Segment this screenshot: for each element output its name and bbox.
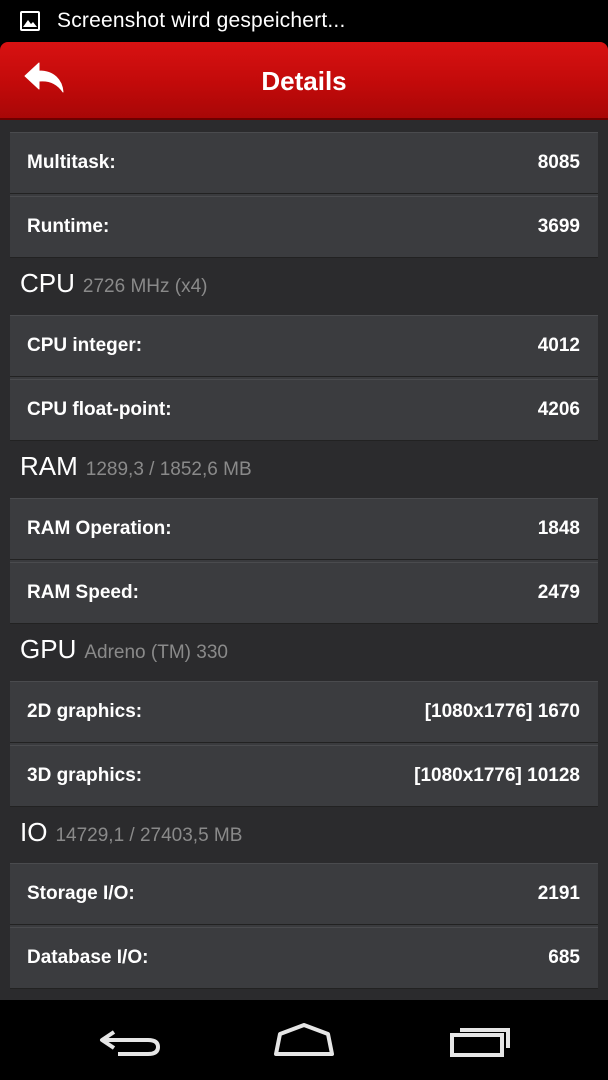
section-subtitle: Adreno (TM) 330: [84, 642, 228, 663]
navigation-bar: [0, 1000, 608, 1080]
row-label: CPU integer:: [27, 335, 143, 356]
section-header-io: IO 14729,1 / 27403,5 MB: [20, 817, 242, 857]
row-value: [1080x1776] 10128: [414, 765, 580, 786]
row-label: Multitask:: [27, 152, 116, 173]
section-header-cpu: CPU 2726 MHz (x4): [20, 268, 208, 308]
status-bar: Screenshot wird gespeichert...: [0, 0, 608, 42]
nav-back-button[interactable]: [96, 1020, 166, 1060]
list-item-2d-graphics: 2D graphics: [1080x1776] 1670: [10, 681, 598, 743]
list-item-ram-operation: RAM Operation: 1848: [10, 498, 598, 560]
row-label: Runtime:: [27, 216, 110, 237]
notification-text: Screenshot wird gespeichert...: [57, 9, 346, 32]
nav-home-button[interactable]: [270, 1020, 340, 1060]
row-value: 8085: [537, 152, 580, 173]
row-label: 3D graphics:: [27, 765, 143, 786]
row-value: 1848: [537, 518, 580, 539]
nav-home-icon: [270, 1023, 340, 1064]
row-value: [1080x1776] 1670: [424, 701, 580, 722]
image-icon: [20, 11, 40, 31]
row-value: 685: [548, 947, 580, 968]
list-item-ram-speed: RAM Speed: 2479: [10, 562, 598, 624]
list-item-3d-graphics: 3D graphics: [1080x1776] 10128: [10, 745, 598, 807]
list-item-database-io: Database I/O: 685: [10, 927, 598, 989]
section-subtitle: 1289,3 / 1852,6 MB: [85, 459, 252, 480]
page-title: Details: [261, 66, 347, 96]
list-item-cpu-integer: CPU integer: 4012: [10, 315, 598, 377]
ram-group: RAM Operation: 1848 RAM Speed: 2479: [10, 498, 598, 624]
section-subtitle: 14729,1 / 27403,5 MB: [55, 825, 243, 846]
nav-back-icon: [96, 1030, 166, 1064]
cpu-group: CPU integer: 4012 CPU float-point: 4206: [10, 315, 598, 441]
summary-group: Multitask: 8085 Runtime: 3699: [10, 132, 598, 258]
row-label: CPU float-point:: [27, 399, 172, 420]
gpu-group: 2D graphics: [1080x1776] 1670 3D graphic…: [10, 681, 598, 807]
row-value: 4012: [537, 335, 580, 356]
row-label: RAM Operation:: [27, 518, 172, 539]
row-value: 4206: [537, 399, 580, 420]
row-label: Database I/O:: [27, 947, 149, 968]
row-value: 2191: [537, 883, 580, 904]
section-title: IO: [20, 817, 48, 847]
section-title: GPU: [20, 634, 77, 664]
list-item-multitask: Multitask: 8085: [10, 132, 598, 194]
section-title: RAM: [20, 451, 78, 481]
list-item-runtime: Runtime: 3699: [10, 196, 598, 258]
row-value: 2479: [537, 582, 580, 603]
section-header-gpu: GPU Adreno (TM) 330: [20, 634, 228, 674]
nav-recents-button[interactable]: [446, 1020, 516, 1060]
row-value: 3699: [537, 216, 580, 237]
section-title: CPU: [20, 268, 75, 298]
list-item-cpu-float: CPU float-point: 4206: [10, 379, 598, 441]
row-label: RAM Speed:: [27, 582, 139, 603]
row-label: 2D graphics:: [27, 701, 143, 722]
details-list[interactable]: Multitask: 8085 Runtime: 3699 CPU 2726 M…: [0, 120, 608, 1000]
io-group: Storage I/O: 2191 Database I/O: 685: [10, 863, 598, 989]
app-header: Details: [0, 42, 608, 120]
section-header-ram: RAM 1289,3 / 1852,6 MB: [20, 451, 252, 491]
row-label: Storage I/O:: [27, 883, 135, 904]
section-subtitle: 2726 MHz (x4): [82, 276, 208, 297]
nav-recents-icon: [446, 1028, 516, 1064]
list-item-storage-io: Storage I/O: 2191: [10, 863, 598, 925]
